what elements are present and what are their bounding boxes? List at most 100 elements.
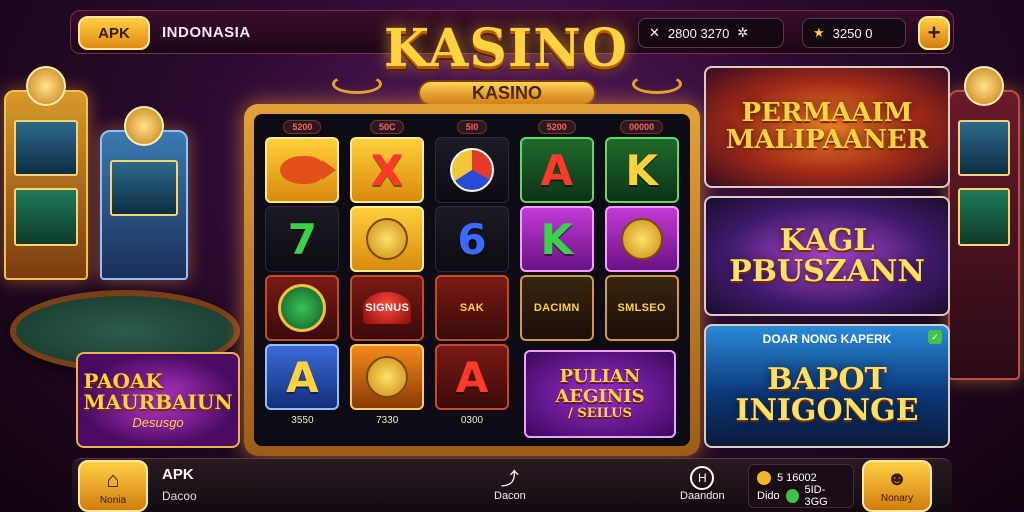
promo-title-line: PERMAAIM	[741, 97, 913, 128]
region-label: INDONASIA	[162, 24, 251, 41]
promo-card-3[interactable]: DOAR NONG KAPERK ✓ BAPOT INIGONGE	[704, 324, 950, 448]
face-icon	[366, 356, 409, 398]
machine-screen	[958, 120, 1010, 176]
reel-promo-line: PULIAN	[559, 366, 641, 388]
promo-title-line: MAURBAIUN	[83, 389, 233, 414]
reel-symbol: SAK	[434, 275, 509, 341]
reel-badge: 5200	[537, 120, 576, 134]
coin-balance[interactable]: ★ 3250 0	[802, 18, 906, 48]
reel-symbol: SIGNUS	[350, 275, 425, 341]
nav-share[interactable]: ⤴ Dacon	[494, 466, 526, 502]
reel-promo-tile[interactable]: PULIAN AEGINIS / SEILUS	[524, 350, 676, 438]
promo-subtitle: Desusgo	[132, 414, 184, 430]
slot-machine-left	[4, 66, 88, 280]
reel-column: 5l0 6 SAK A 0300	[432, 120, 513, 442]
symbol-letter: A	[455, 352, 489, 402]
reel-badge: 00000	[620, 120, 664, 134]
reel-badge: 50C	[369, 120, 405, 134]
nav-download[interactable]: H Daandon	[680, 466, 725, 502]
reel-symbol	[350, 206, 425, 272]
symbol-letter: X	[370, 145, 404, 195]
plus-label: +	[927, 20, 941, 45]
symbol-letter: A	[286, 352, 319, 402]
promo-title: BAPOT INIGONGE	[735, 361, 919, 428]
symbol-letter: 6	[457, 214, 487, 264]
reel-promo-line: AEGINIS	[555, 385, 645, 407]
machine-screen	[14, 120, 78, 176]
symbol-letter: 7	[287, 214, 317, 264]
profile-label: Nonary	[880, 493, 914, 504]
apk-label: APK	[98, 24, 130, 42]
apk-button[interactable]: APK	[78, 16, 150, 50]
face-icon	[366, 218, 409, 260]
promo-title-line: BAPOT	[767, 361, 887, 397]
slot-machine-blue	[100, 106, 188, 280]
reel-value: 3550	[291, 415, 314, 426]
wallet-row: Dido 5ID-3GG	[757, 484, 845, 508]
symbol-word: SAK	[459, 302, 485, 314]
fish-icon	[280, 156, 337, 184]
slot-machine-right	[948, 66, 1020, 380]
reel-symbol: K	[519, 206, 594, 272]
logo-title: KASINO	[383, 18, 629, 79]
logo-swirl-left	[332, 74, 382, 94]
home-label: Nonia	[99, 494, 127, 506]
symbol-word: SIGNUS	[365, 302, 410, 314]
promo-card-2[interactable]: KAGL PBUSZANN	[704, 196, 950, 316]
machine-topper	[964, 66, 1004, 106]
promo-title: PERMAAIM MALIPAANER	[725, 97, 929, 155]
reel-badge: 5l0	[456, 120, 488, 134]
settings-icon[interactable]: ✲	[737, 25, 748, 41]
nav-download-label: Daandon	[680, 490, 725, 502]
promo-title: PAOAK MAURBAIUN	[83, 368, 233, 414]
reel-value: 7330	[376, 415, 399, 426]
profile-button[interactable]: ☻ Nonary	[862, 460, 932, 512]
reel-column: 5200 7 A 3550	[262, 120, 343, 442]
reel-symbol: A	[519, 137, 594, 203]
reel-symbol	[350, 344, 425, 410]
wallet-panel[interactable]: 5 16002 Dido 5ID-3GG	[748, 464, 854, 508]
home-icon: ⌂	[106, 466, 120, 492]
home-button[interactable]: ⌂ Nonia	[78, 460, 148, 512]
apk-footer-label: APK	[162, 466, 194, 483]
reel-symbol: DACIMN	[519, 275, 594, 341]
promo-card-1[interactable]: PERMAAIM MALIPAANER	[704, 66, 950, 188]
check-icon: ✓	[928, 330, 942, 344]
coin-icon: ★	[813, 25, 825, 40]
reel-symbol: 7	[265, 206, 340, 272]
logo-subtitle-text: KASINO	[471, 82, 542, 103]
machine-screen	[14, 188, 78, 246]
apk-download[interactable]: APK Dacoo	[162, 466, 197, 503]
reel-symbol	[604, 206, 679, 272]
reel-promo-line: / SEILUS	[568, 405, 632, 421]
promo-top-text: DOAR NONG KAPERK	[762, 332, 892, 346]
reel-column: 50C X SIGNUS 7330	[347, 120, 428, 442]
promo-card-left[interactable]: PAOAK MAURBAIUN Desusgo	[76, 352, 240, 448]
promo-title-line: PAOAK	[83, 368, 163, 393]
reel-symbol: 6	[434, 206, 509, 272]
reel-symbol: K	[604, 137, 679, 203]
gold-coin-icon	[757, 471, 771, 485]
promo-title: KAGL PBUSZANN	[729, 222, 925, 288]
reel-symbol: X	[350, 137, 425, 203]
reel-symbol	[265, 137, 340, 203]
reel-value: 0300	[460, 415, 484, 426]
ticket-icon: ✕	[649, 25, 660, 40]
add-funds-button[interactable]: +	[918, 16, 950, 50]
reel-symbol: A	[434, 344, 509, 410]
ball-icon	[449, 148, 494, 192]
ticket-balance[interactable]: ✕ 2800 3270 ✲	[638, 18, 784, 48]
promo-title-line: INIGONGE	[735, 393, 919, 428]
h-circle-icon: H	[690, 466, 715, 490]
coin-icon	[278, 284, 327, 332]
reel-symbol: A	[265, 344, 340, 410]
promo-title-line: KAGL	[779, 222, 875, 258]
symbol-letter: K	[540, 214, 574, 264]
promo-title-line: MALIPAANER	[725, 125, 929, 155]
wallet-bottom-a: Dido	[757, 490, 780, 502]
slot-reels[interactable]: 5200 7 A 3550 50C X SIGNUS 7330 5l0 6 SAK A 0300 5200…	[244, 104, 700, 456]
symbol-word: DACIMN	[533, 302, 580, 314]
apk-footer-sub: Dacoo	[162, 489, 197, 503]
reel-symbol: SMLSEO	[604, 275, 679, 341]
logo-swirl-right	[632, 74, 682, 94]
